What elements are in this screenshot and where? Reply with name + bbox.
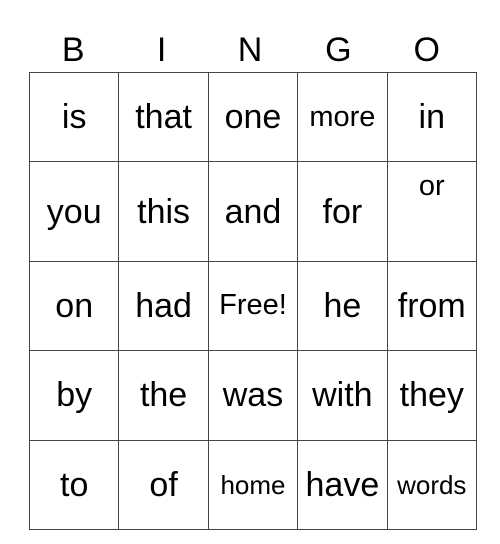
card-cell[interactable]: more [297,71,388,163]
card-cell[interactable]: for [297,161,388,262]
bingo-card: is that one more in you this and for or … [28,71,477,530]
card-row: by the was with they [28,350,477,441]
card-row: you this and for or [28,161,477,262]
card-cell[interactable]: in [386,71,477,163]
card-row: is that one more in [28,71,477,163]
card-cell[interactable]: was [207,350,299,441]
free-space-cell[interactable]: Free! [207,260,299,352]
card-row: to of home have words [28,439,477,530]
card-cell[interactable]: to [28,439,120,530]
card-cell[interactable]: had [118,260,209,352]
card-cell[interactable]: by [28,350,120,441]
card-row: on had Free! he from [28,260,477,352]
card-cell[interactable]: have [297,439,388,530]
card-cell[interactable]: with [297,350,388,441]
card-cell[interactable]: the [118,350,209,441]
card-cell[interactable]: one [207,71,299,163]
card-cell[interactable]: that [118,71,209,163]
card-cell[interactable]: you [28,161,120,262]
card-cell[interactable]: this [118,161,209,262]
card-cell[interactable]: or [386,161,477,262]
header-letter-n: N [237,31,263,69]
card-cell[interactable]: home [207,439,299,530]
card-cell[interactable]: is [28,71,120,163]
card-cell[interactable]: from [386,260,477,352]
card-cell[interactable]: they [386,350,477,441]
card-cell[interactable]: words [386,439,477,530]
header-letter-b: B [61,31,85,69]
card-cell[interactable]: he [297,260,388,352]
bingo-header: B I N G O [29,28,471,72]
header-letter-o: O [413,31,440,69]
card-cell[interactable]: on [28,260,120,352]
card-cell[interactable]: and [207,161,299,262]
card-cell[interactable]: of [118,439,209,530]
header-letter-i: I [156,31,167,69]
header-letter-g: G [325,31,352,69]
